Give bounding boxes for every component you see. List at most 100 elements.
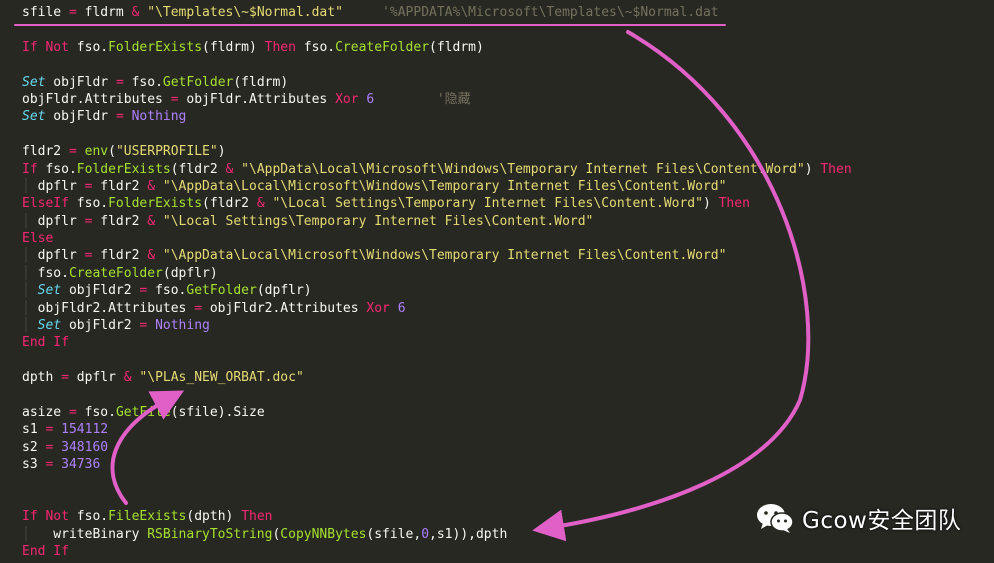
code-line: │ dpflr = fldr2 & "\Local Settings\Tempo… [22,213,994,230]
code-token: = [115,109,124,125]
code-token: "\AppData\Local\Microsoft\Windows\Tempor… [233,161,805,177]
code-token: FolderExists [108,196,203,212]
code-token: (fldrm) [233,74,289,90]
highlight-underline [14,24,726,26]
code-token: fso. [147,283,187,299]
code-token: fso. [68,509,109,525]
code-line: │ dpflr = fldr2 & "\AppData\Local\Micros… [22,178,994,195]
code-token: RSBinaryToString [147,526,273,542]
code-line: s2 = 348160 [22,439,994,456]
code-token: fso. [295,39,336,55]
code-token: If [22,161,38,177]
code-token: Set [37,283,62,299]
code-line: │ Set objFldr2 = fso.GetFolder(dpflr) [22,282,994,299]
code-token: fso. [37,161,77,177]
code-token: ) [702,196,719,212]
code-token: (fldrm) [429,39,484,55]
code-token: Then [264,39,296,55]
code-token: GetFile [115,404,171,420]
code-token: "\Local Settings\Temporary Internet File… [264,196,703,212]
code-token: 348160 [61,439,109,455]
code-token: = [170,91,179,107]
watermark: Gcow安全团队 [756,500,961,536]
code-token: s2 [22,439,46,455]
code-token: Else [22,231,54,247]
code-token: fldr2 [92,178,148,194]
code-token: ElseIf [22,196,69,212]
code-token: objFldr2.Attributes [37,300,195,316]
code-token: 0 [421,526,430,542]
code-token: objFldr.Attributes [178,91,336,107]
watermark-text: Gcow安全团队 [802,508,962,534]
code-line: If fso.FolderExists(fldr2 & "\AppData\Lo… [22,161,994,178]
code-token: '%APPDATA%\Microsoft\Templates\~$Normal.… [382,5,719,20]
code-token: 6 [397,300,406,316]
code-token: "\Templates\~$Normal.dat" [139,5,343,20]
code-line: Set objFldr = fso.GetFolder(fldrm) [22,74,994,91]
code-token: dpflr [68,370,124,386]
code-token: Xor [366,300,390,316]
code-token: fso. [37,265,69,281]
indent-guide: │ [22,300,38,316]
code-token: = [68,404,77,420]
code-token: sfile [22,5,69,20]
code-token: ( [108,144,116,160]
indent-guide: │ [22,526,38,542]
code-token: Nothing [155,318,210,334]
code-line: fldr2 = env("USERPROFILE") [22,143,994,160]
code-token: (sfile, [366,526,422,542]
code-token: Xor [335,91,359,107]
code-token: CreateFolder [68,265,163,281]
code-token: = [68,5,77,20]
code-line: asize = fso.GetFile(sfile).Size [22,404,994,421]
code-token: = [115,74,124,90]
code-line: │ dpflr = fldr2 & "\AppData\Local\Micros… [22,247,994,264]
code-token: fso. [123,74,163,90]
code-token: env [84,144,109,160]
code-token: (dpflr) [162,265,218,281]
code-token: & [256,196,265,212]
code-line: Set objFldr = Nothing [22,108,994,125]
code-token: (fldrm) [202,39,265,55]
code-token: End If [22,544,69,560]
code-token: Then [718,196,750,212]
code-editor[interactable]: sfile = fldrm & "\Templates\~$Normal.dat… [0,0,994,563]
code-token: End If [22,335,69,351]
code-token: Set [37,318,62,334]
code-token: writeBinary [37,526,148,542]
code-line: s1 = 154112 [22,421,994,438]
code-token: Set [22,74,46,90]
code-token: asize [22,404,69,420]
code-token: fldr2 [92,213,148,229]
indent-guide: │ [22,283,38,299]
code-line: End If [22,543,994,560]
code-token: CopyNNBytes [280,526,367,542]
code-token: dpth [22,370,62,386]
code-token: FolderExists [76,161,171,177]
code-token: "\AppData\Local\Microsoft\Windows\Tempor… [155,248,727,264]
code-token: 34736 [61,457,101,473]
code-token: GetFolder [186,283,257,299]
code-token: CreateFolder [335,39,430,55]
code-token: (dpth) [186,509,242,525]
code-token: = [68,144,77,160]
indent-guide: │ [22,213,38,229]
code-token: (sfile).Size [170,404,265,420]
code-token: (fldr2 [202,196,257,212]
code-line: End If [22,334,994,351]
code-token: Set [22,109,46,125]
code-token: = [61,370,69,386]
code-token: Then [241,509,273,525]
code-token: objFldr.Attributes [22,91,171,107]
code-token: FolderExists [108,39,203,55]
code-line: Else [22,230,994,247]
code-area[interactable]: sfile = fldrm & "\Templates\~$Normal.dat… [22,4,994,561]
